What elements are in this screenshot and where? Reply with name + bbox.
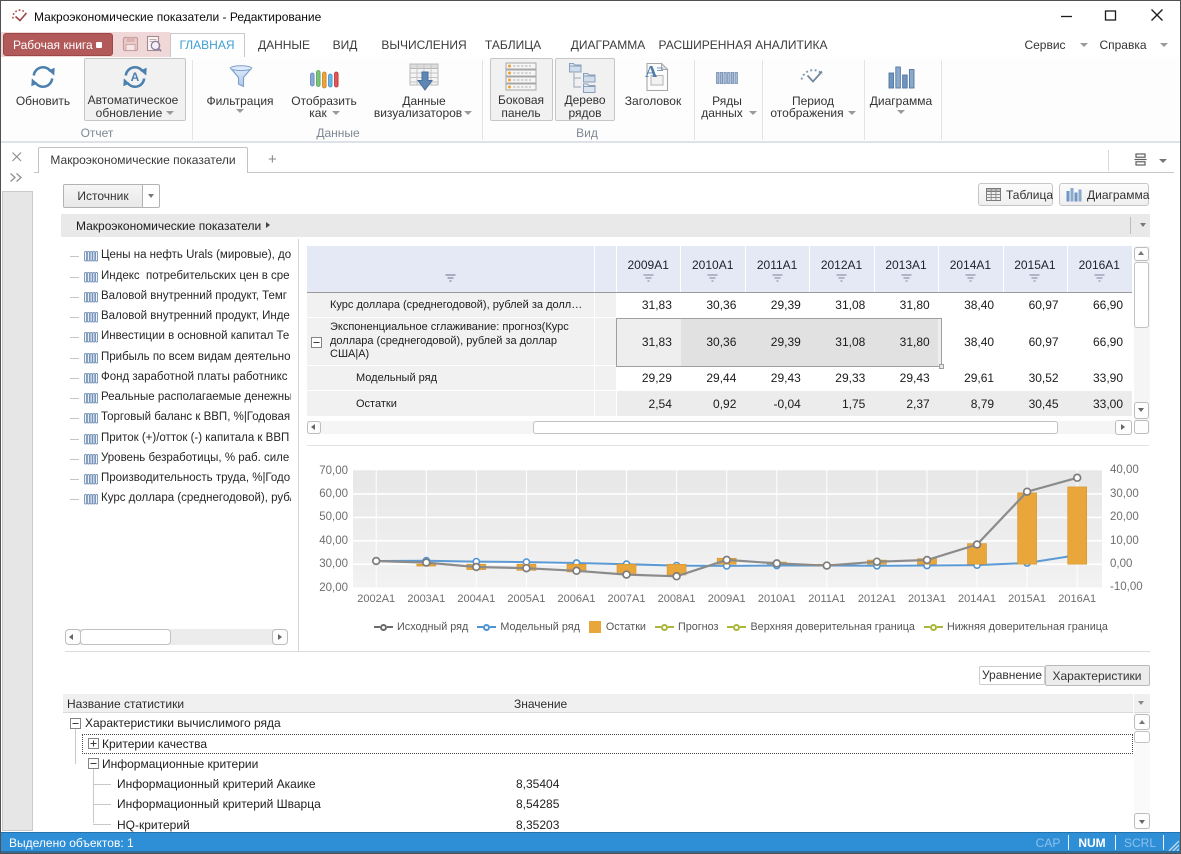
svg-text:A: A <box>645 62 658 81</box>
svg-text:A: A <box>131 70 140 84</box>
